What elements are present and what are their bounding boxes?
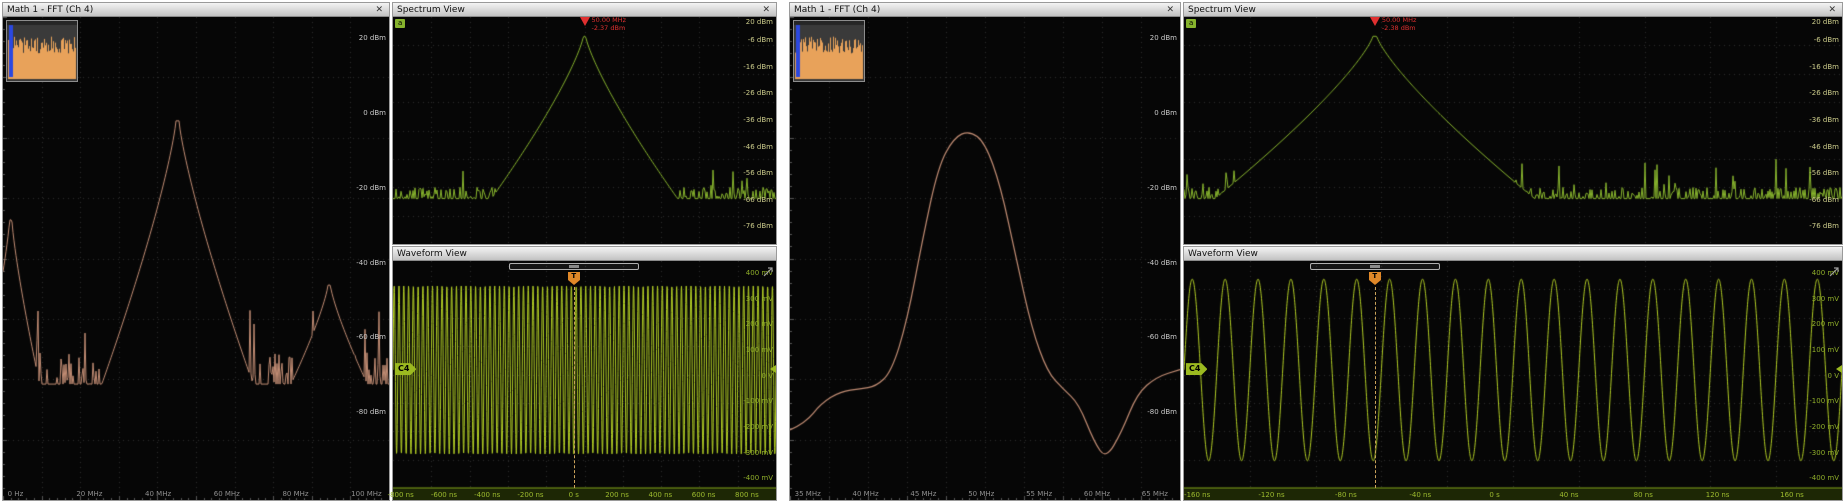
- expand-icon[interactable]: [1828, 263, 1840, 282]
- thumbnail-canvas: [794, 21, 864, 81]
- trigger-position-line: [574, 287, 575, 488]
- math-window-titlebar[interactable]: Math 1 - FFT (Ch 4) ✕: [790, 3, 1180, 17]
- reference-level-arrow-icon[interactable]: [770, 365, 776, 373]
- oscilloscope-screenshot-left: Math 1 - FFT (Ch 4) ✕ 20 dBm0 dBm-20 dBm…: [2, 2, 777, 501]
- spectrum-channel-badge[interactable]: a: [1186, 19, 1196, 28]
- trigger-point-icon: [1369, 280, 1381, 285]
- thumbnail-canvas: [7, 21, 77, 81]
- oscilloscope-screenshot-right: Math 1 - FFT (Ch 4) ✕ 20 dBm0 dBm-20 dBm…: [789, 2, 1843, 501]
- math-window-title: Math 1 - FFT (Ch 4): [7, 5, 373, 15]
- waveform-trace-canvas: [393, 261, 776, 488]
- spectrum-titlebar[interactable]: Spectrum View ✕: [1184, 3, 1842, 17]
- trigger-position-line: [1375, 287, 1376, 488]
- zoom-thumb[interactable]: [1370, 265, 1380, 268]
- math-fft-trace-canvas: [790, 17, 1180, 500]
- marker-amplitude: -2.37 dBm: [592, 25, 627, 33]
- waveform-x-axis: -800 ns-600 ns-400 ns-200 ns0 s200 ns400…: [393, 489, 776, 500]
- waveform-plot[interactable]: T C4 400 mV300 mV200 mV100 mV0 V-100 mV-…: [1184, 261, 1842, 488]
- axis-tick: 80 ns: [1634, 491, 1653, 499]
- expand-icon[interactable]: [762, 263, 774, 282]
- fft-thumbnail-preview[interactable]: [6, 20, 78, 82]
- time-axis-strip: -160 ns -120 ns -80 ns -40 ns 0 s 40 ns 80 ns 1…: [1184, 488, 1842, 500]
- axis-tick: 120 ns: [1706, 491, 1730, 499]
- math-fft-plot[interactable]: 20 dBm0 dBm-20 dBm-40 dBm-60 dBm-80 dBm …: [790, 17, 1180, 500]
- axis-tick: 200 ns: [605, 491, 629, 499]
- waveform-title: Waveform View: [1188, 249, 1838, 259]
- fft-thumbnail-preview[interactable]: [793, 20, 865, 82]
- zoom-position-bar[interactable]: [1310, 263, 1440, 270]
- spectrum-view-window: Spectrum View ✕ a 20 dBm 50.00 MHz -2.38…: [1183, 2, 1843, 245]
- axis-tick: -600 ns: [431, 491, 457, 499]
- axis-tick: 600 ns: [692, 491, 716, 499]
- spectrum-peak-marker[interactable]: 50.00 MHz -2.37 dBm: [580, 17, 627, 32]
- spectrum-trace-canvas: [393, 17, 776, 244]
- spectrum-waveform-column: Spectrum View ✕ a 20 dBm 50.00 MHz -2.38…: [1183, 2, 1843, 501]
- spectrum-ref-level: 20 dBm: [746, 18, 773, 26]
- zoom-position-bar[interactable]: [509, 263, 639, 270]
- axis-tick: 40 ns: [1559, 491, 1578, 499]
- trigger-flag: T: [568, 272, 580, 280]
- spectrum-waveform-column: Spectrum View ✕ a 20 dBm 50.00 MHz -2.37…: [392, 2, 777, 501]
- math-fft-trace-canvas: [3, 17, 389, 500]
- marker-triangle-icon: [1370, 17, 1380, 26]
- axis-tick: -200 ns: [517, 491, 543, 499]
- axis-tick: -40 ns: [1409, 491, 1431, 499]
- axis-tick: -80 ns: [1335, 491, 1357, 499]
- reference-level-arrow-icon[interactable]: [1836, 365, 1842, 373]
- axis-tick: 160 ns: [1780, 491, 1804, 499]
- marker-amplitude: -2.38 dBm: [1382, 25, 1417, 33]
- waveform-view-window: Waveform View T C4 400 mV300 mV200 mV100…: [1183, 246, 1843, 501]
- waveform-titlebar[interactable]: Waveform View: [1184, 247, 1842, 261]
- axis-tick: 0 s: [569, 491, 579, 499]
- spectrum-title: Spectrum View: [1188, 5, 1826, 15]
- close-icon[interactable]: ✕: [1826, 5, 1838, 15]
- trigger-flag: T: [1369, 272, 1381, 280]
- spectrum-peak-marker[interactable]: 50.00 MHz -2.38 dBm: [1370, 17, 1417, 32]
- axis-tick: 800 ns: [735, 491, 759, 499]
- time-axis-strip: -800 ns-600 ns-400 ns-200 ns0 s200 ns400…: [393, 488, 776, 500]
- close-icon[interactable]: ✕: [1164, 5, 1176, 15]
- math-fft-plot[interactable]: 20 dBm0 dBm-20 dBm-40 dBm-60 dBm-80 dBm …: [3, 17, 389, 500]
- spectrum-plot[interactable]: a 20 dBm 50.00 MHz -2.37 dBm -6 dBm-16 d…: [393, 17, 776, 244]
- spectrum-trace-canvas: [1184, 17, 1842, 244]
- math-fft-window: Math 1 - FFT (Ch 4) ✕ 20 dBm0 dBm-20 dBm…: [789, 2, 1181, 501]
- marker-readout: 50.00 MHz -2.38 dBm: [1382, 17, 1417, 32]
- waveform-title: Waveform View: [397, 249, 772, 259]
- zoom-thumb[interactable]: [569, 265, 579, 268]
- trigger-marker[interactable]: T: [568, 272, 580, 285]
- waveform-titlebar[interactable]: Waveform View: [393, 247, 776, 261]
- axis-tick: -120 ns: [1258, 491, 1284, 499]
- spectrum-plot[interactable]: a 20 dBm 50.00 MHz -2.38 dBm -6 dBm-16 d…: [1184, 17, 1842, 244]
- spectrum-view-window: Spectrum View ✕ a 20 dBm 50.00 MHz -2.37…: [392, 2, 777, 245]
- marker-triangle-icon: [580, 17, 590, 26]
- spectrum-title: Spectrum View: [397, 5, 760, 15]
- math-window-title: Math 1 - FFT (Ch 4): [794, 5, 1164, 15]
- axis-tick: -400 ns: [474, 491, 500, 499]
- trigger-marker[interactable]: T: [1369, 272, 1381, 285]
- waveform-plot[interactable]: T C4 400 mV300 mV200 mV100 mV0 V-100 mV-…: [393, 261, 776, 488]
- math-window-titlebar[interactable]: Math 1 - FFT (Ch 4) ✕: [3, 3, 389, 17]
- spectrum-ref-level: 20 dBm: [1812, 18, 1839, 26]
- axis-tick: 400 ns: [648, 491, 672, 499]
- spectrum-titlebar[interactable]: Spectrum View ✕: [393, 3, 776, 17]
- marker-readout: 50.00 MHz -2.37 dBm: [592, 17, 627, 32]
- close-icon[interactable]: ✕: [373, 5, 385, 15]
- close-icon[interactable]: ✕: [760, 5, 772, 15]
- trigger-point-icon: [568, 280, 580, 285]
- spectrum-channel-badge[interactable]: a: [395, 19, 405, 28]
- math-fft-window: Math 1 - FFT (Ch 4) ✕ 20 dBm0 dBm-20 dBm…: [2, 2, 390, 501]
- axis-tick: -160 ns: [1184, 491, 1210, 499]
- waveform-view-window: Waveform View T C4 400 mV300 mV200 mV100…: [392, 246, 777, 501]
- waveform-x-axis: -160 ns -120 ns -80 ns -40 ns 0 s 40 ns 80 ns 1…: [1184, 489, 1842, 500]
- axis-tick: 0 s: [1489, 491, 1499, 499]
- axis-tick: -800 ns: [388, 491, 414, 499]
- waveform-trace-canvas: [1184, 261, 1842, 488]
